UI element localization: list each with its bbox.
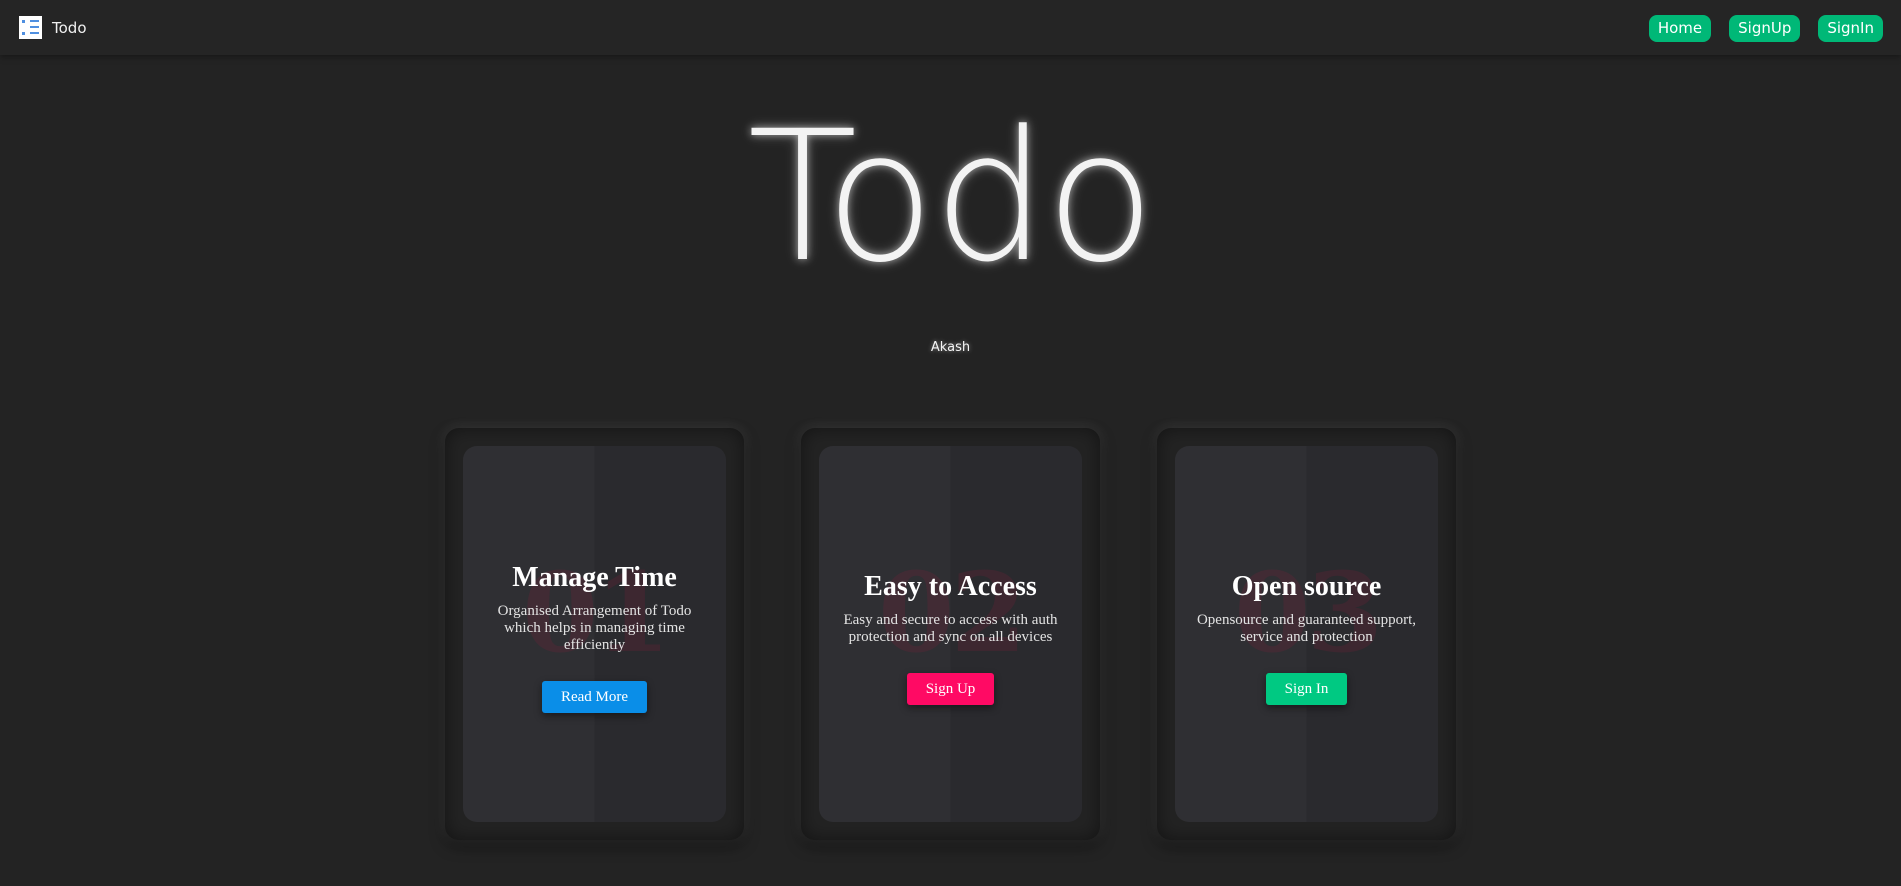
nav-links: Home SignUp SignIn [1648, 15, 1883, 42]
card-description: Easy and secure to access with auth prot… [843, 612, 1058, 645]
hero-title: Todo [747, 93, 1156, 302]
card-title: Open source [1231, 571, 1382, 602]
card-inner: 02 Easy to Access Easy and secure to acc… [819, 446, 1082, 822]
brand-title: Todo [52, 18, 87, 37]
nav-home-button[interactable]: Home [1648, 15, 1712, 42]
nav-signin-button[interactable]: SignIn [1818, 15, 1883, 42]
card-description: Organised Arrangement of Todo which help… [497, 603, 692, 653]
card-inner: 01 Manage Time Organised Arrangement of … [463, 446, 726, 822]
hero-author: Akash [930, 340, 971, 355]
nav-signup-button[interactable]: SignUp [1729, 15, 1801, 42]
card-content: Manage Time Organised Arrangement of Tod… [463, 561, 726, 713]
card-title: Manage Time [512, 562, 677, 593]
todo-list-icon [19, 16, 42, 39]
card-signin-button[interactable]: Sign In [1265, 673, 1348, 705]
brand[interactable]: Todo [19, 16, 87, 39]
card-title: Easy to Access [864, 571, 1037, 602]
feature-card-manage-time: 01 Manage Time Organised Arrangement of … [445, 428, 744, 840]
read-more-button[interactable]: Read More [541, 681, 648, 713]
card-content: Easy to Access Easy and secure to access… [819, 570, 1082, 705]
feature-card-open-source: 03 Open source Opensource and guaranteed… [1157, 428, 1456, 840]
card-inner: 03 Open source Opensource and guaranteed… [1175, 446, 1438, 822]
card-content: Open source Opensource and guaranteed su… [1175, 570, 1438, 705]
feature-card-easy-access: 02 Easy to Access Easy and secure to acc… [801, 428, 1100, 840]
card-signup-button[interactable]: Sign Up [906, 673, 995, 705]
card-description: Opensource and guaranteed support, servi… [1196, 612, 1417, 645]
navbar: Todo Home SignUp SignIn [0, 0, 1901, 55]
